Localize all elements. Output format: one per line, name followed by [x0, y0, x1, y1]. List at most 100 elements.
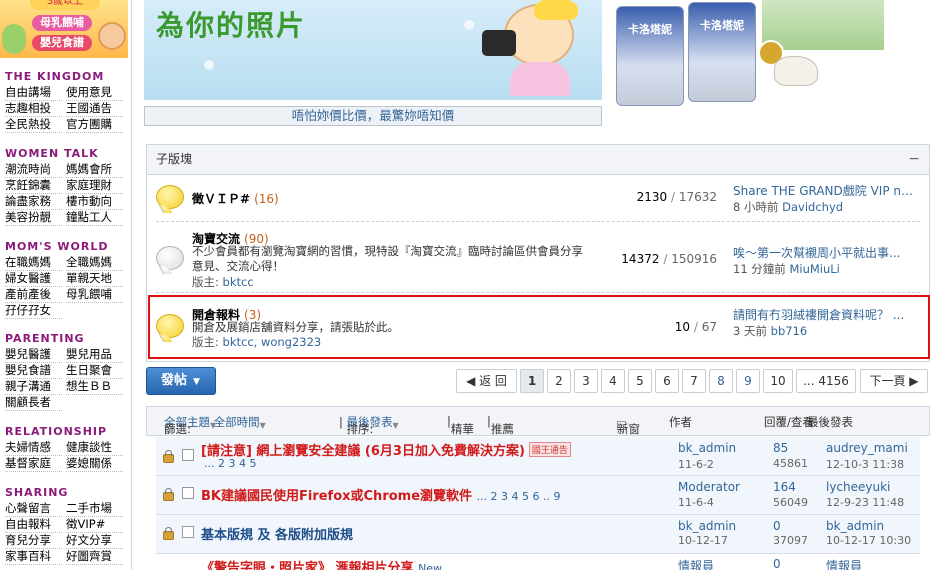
- sidebar-banner-chip[interactable]: 母乳餵哺: [32, 15, 92, 31]
- sidebar-banner[interactable]: 3歲以上 母乳餵哺 嬰兒食譜: [0, 0, 128, 58]
- sidebar-link[interactable]: 好文分享: [66, 533, 123, 549]
- pager-page[interactable]: 4: [601, 369, 625, 393]
- filter-all-time[interactable]: 全部時間: [214, 415, 260, 429]
- pager-prev-button[interactable]: ◀ 返 回: [456, 369, 517, 393]
- moderator-link[interactable]: bktcc: [223, 275, 254, 289]
- sidebar-link[interactable]: 論盡家務: [5, 194, 62, 210]
- thread-checkbox[interactable]: [182, 449, 194, 461]
- digest-filter[interactable]: | 精華: [447, 414, 474, 436]
- sidebar-banner-chip[interactable]: 嬰兒食譜: [32, 35, 92, 51]
- thread-title[interactable]: 基本版規 及 各版附加版規: [201, 524, 353, 543]
- thread-title[interactable]: [請注意] 網上瀏覽安全建議 (6月3日加入免費解決方案) 國王通告: [201, 440, 571, 459]
- sidebar-link[interactable]: 王國通告: [66, 101, 123, 117]
- pager-page[interactable]: 1: [520, 369, 544, 393]
- thread-author[interactable]: Moderator: [678, 480, 740, 494]
- last-post-title[interactable]: 唉～第一次幫襯周小平就出事...: [733, 244, 919, 261]
- pager-last-page[interactable]: ... 4156: [796, 369, 856, 393]
- pager-page[interactable]: 5: [628, 369, 652, 393]
- thread-row[interactable]: [請注意] 網上瀏覽安全建議 (6月3日加入免費解決方案) 國王通告 ... 2 …: [156, 437, 920, 475]
- pager-page[interactable]: 6: [655, 369, 679, 393]
- thread-row[interactable]: BK建議國民使用Firefox或Chrome瀏覽軟件 ... 2 3 4 5 6…: [156, 476, 920, 514]
- sidebar-link[interactable]: 全職媽媽: [66, 255, 123, 271]
- sidebar-link[interactable]: 生日聚會: [66, 363, 123, 379]
- last-post-title[interactable]: Share THE GRAND戲院 VIP no...: [733, 182, 919, 199]
- forum-name[interactable]: 徵ＶＩＰ# (16): [192, 190, 279, 207]
- last-poster[interactable]: bk_admin: [826, 519, 884, 533]
- sidebar-link[interactable]: 健康談性: [66, 440, 123, 456]
- banner-caption[interactable]: 唔怕妳價比價，最驚妳唔知價: [144, 106, 602, 126]
- sidebar-link[interactable]: 產前產後: [5, 287, 62, 303]
- thread-author[interactable]: 情報員: [678, 557, 714, 570]
- reply-count[interactable]: 85: [773, 441, 788, 455]
- thread-title[interactable]: 《警告字眼・照片家》 滙報相片分享 New: [201, 557, 442, 570]
- sidebar-link[interactable]: 潮流時尚: [5, 162, 62, 178]
- thread-row[interactable]: 基本版規 及 各版附加版規 bk_admin 10-12-17 0 37097 …: [156, 515, 920, 553]
- collapse-icon[interactable]: −: [908, 145, 920, 174]
- sidebar-link[interactable]: 夫婦情感: [5, 440, 62, 456]
- last-post-user[interactable]: Davidchyd: [782, 200, 843, 214]
- sidebar-link[interactable]: 烹飪錦囊: [5, 178, 62, 194]
- subforum-row[interactable]: 淘寶交流 (90) 不少會員都有瀏覽淘寶網的習慣，現特設『淘寶交流』臨時討論區供會…: [147, 223, 929, 293]
- sidebar-link[interactable]: 家庭理財: [66, 178, 123, 194]
- sidebar-link[interactable]: 心聲留言: [5, 501, 62, 517]
- thread-pages[interactable]: ... 2 3 4 5: [204, 457, 256, 470]
- recommend-filter[interactable]: | 推薦: [487, 414, 514, 436]
- sidebar-link[interactable]: 嬰兒食譜: [5, 363, 62, 379]
- pager-next-button[interactable]: 下一頁 ▶: [860, 369, 928, 393]
- milk-formula-ad[interactable]: 卡洛塔妮 卡洛塔妮: [612, 0, 884, 112]
- thread-checkbox[interactable]: [182, 487, 194, 499]
- sidebar-link[interactable]: 官方團購: [66, 117, 123, 133]
- sidebar-link[interactable]: 全民熱投: [5, 117, 62, 133]
- sidebar-link[interactable]: 孖仔孖女: [5, 303, 62, 319]
- thread-row[interactable]: 《警告字眼・照片家》 滙報相片分享 New 情報員 0 情報員: [156, 554, 920, 570]
- pager-page[interactable]: 3: [574, 369, 598, 393]
- sidebar-link[interactable]: 自由報料: [5, 517, 62, 533]
- reply-count[interactable]: 0: [773, 557, 781, 570]
- thread-title[interactable]: BK建議國民使用Firefox或Chrome瀏覽軟件 ... 2 3 4 5 6…: [201, 485, 561, 504]
- sidebar-link[interactable]: 家事百科: [5, 549, 62, 565]
- last-poster[interactable]: audrey_mami: [826, 441, 908, 455]
- subforum-row[interactable]: 徵ＶＩＰ# (16) 2130 / 17632 Share THE GRAND戲院…: [147, 175, 929, 219]
- thread-author[interactable]: bk_admin: [678, 441, 736, 455]
- sidebar-link[interactable]: 二手市場: [66, 501, 123, 517]
- sidebar-link[interactable]: 美容扮靚: [5, 210, 62, 226]
- sidebar-link[interactable]: 基督家庭: [5, 456, 62, 472]
- sidebar-link[interactable]: 關顧長者: [5, 395, 62, 411]
- thread-checkbox[interactable]: [182, 526, 194, 538]
- pager-page[interactable]: 7: [682, 369, 706, 393]
- pager-page[interactable]: 8: [709, 369, 733, 393]
- thread-pages[interactable]: ... 2 3 4 5 6 .. 9: [477, 490, 561, 503]
- reply-count[interactable]: 164: [773, 480, 796, 494]
- sidebar-link[interactable]: 志趣相投: [5, 101, 62, 117]
- sidebar-link[interactable]: 好圖齊賞: [66, 549, 123, 565]
- last-poster[interactable]: lycheeyuki: [826, 480, 890, 494]
- highlight-box: [148, 295, 930, 359]
- sidebar-link[interactable]: 單親天地: [66, 271, 123, 287]
- sidebar-link[interactable]: 媽媽會所: [66, 162, 123, 178]
- sidebar-link[interactable]: 鐘點工人: [66, 210, 123, 226]
- forum-last-post[interactable]: Share THE GRAND戲院 VIP no... 8 小時前 Davidc…: [733, 182, 919, 215]
- sidebar-link[interactable]: 親子溝通: [5, 379, 62, 395]
- sidebar-link[interactable]: 母乳餵哺: [66, 287, 123, 303]
- last-poster[interactable]: 情報員: [826, 557, 862, 570]
- pager-page[interactable]: 9: [736, 369, 760, 393]
- sidebar-link[interactable]: 徵VIP#: [66, 517, 123, 533]
- sidebar-link[interactable]: 使用意見: [66, 85, 123, 101]
- forum-last-post[interactable]: 唉～第一次幫襯周小平就出事... 11 分鐘前 MiuMiuLi: [733, 244, 919, 277]
- sidebar-link[interactable]: 想生ＢＢ: [66, 379, 123, 395]
- sidebar-link[interactable]: 育兒分享: [5, 533, 62, 549]
- reply-count[interactable]: 0: [773, 519, 781, 533]
- pager-page[interactable]: 10: [763, 369, 793, 393]
- sidebar-link[interactable]: 婦女醫護: [5, 271, 62, 287]
- sidebar-link[interactable]: 嬰兒用品: [66, 347, 123, 363]
- sidebar-link[interactable]: 樓市動向: [66, 194, 123, 210]
- thread-author[interactable]: bk_admin: [678, 519, 736, 533]
- pager-page[interactable]: 2: [547, 369, 571, 393]
- sidebar-link[interactable]: 自由講場: [5, 85, 62, 101]
- new-post-button[interactable]: 發帖 ▼: [146, 367, 216, 395]
- last-post-user[interactable]: MiuMiuLi: [789, 262, 839, 276]
- sidebar-link[interactable]: 在職媽媽: [5, 255, 62, 271]
- sidebar-link[interactable]: 婆媳關係: [66, 456, 123, 472]
- photo-contest-banner[interactable]: 為你的照片: [144, 0, 602, 100]
- sidebar-link[interactable]: 嬰兒醫護: [5, 347, 62, 363]
